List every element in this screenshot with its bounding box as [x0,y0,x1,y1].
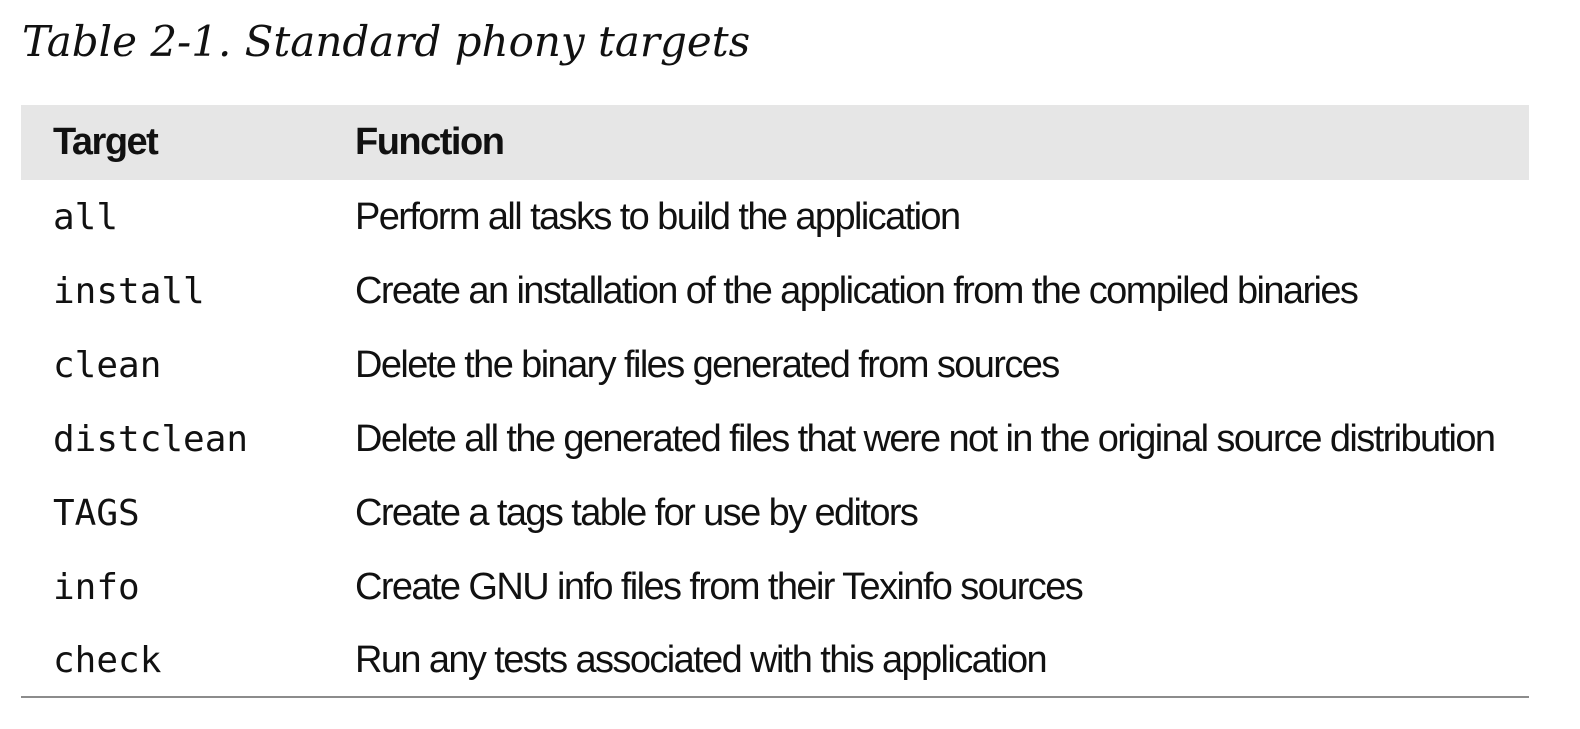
target-cell: install [53,270,205,312]
table-row: all Perform all tasks to build the appli… [21,180,1529,254]
target-cell: TAGS [53,492,140,534]
header-function: Function [355,121,505,163]
table-body: all Perform all tasks to build the appli… [21,180,1529,697]
table-row: check Run any tests associated with this… [21,624,1529,697]
function-cell: Create an installation of the applicatio… [355,269,1359,312]
table-caption: Table 2-1. Standard phony targets [22,17,751,66]
function-cell: Delete the binary files generated from s… [355,343,1060,386]
target-cell: all [53,196,119,238]
function-cell: Run any tests associated with this appli… [355,638,1048,681]
target-cell: clean [53,344,162,386]
table-row: install Create an installation of the ap… [21,254,1529,328]
target-cell: distclean [53,418,249,460]
function-cell: Create GNU info files from their Texinfo… [355,565,1084,608]
header-target: Target [53,121,159,163]
table-row: info Create GNU info files from their Te… [21,550,1529,624]
header-row: Target Function [21,105,1529,180]
phony-targets-table: Target Function all Perform all tasks to… [21,105,1529,698]
target-cell: check [53,639,162,681]
function-cell: Perform all tasks to build the applicati… [355,195,961,238]
table-header: Target Function [21,105,1529,180]
table-row: clean Delete the binary files generated … [21,328,1529,402]
target-cell: info [53,566,140,608]
function-cell: Create a tags table for use by editors [355,491,919,534]
function-cell: Delete all the generated files that were… [355,417,1496,460]
table-row: distclean Delete all the generated files… [21,402,1529,476]
table-row: TAGS Create a tags table for use by edit… [21,476,1529,550]
